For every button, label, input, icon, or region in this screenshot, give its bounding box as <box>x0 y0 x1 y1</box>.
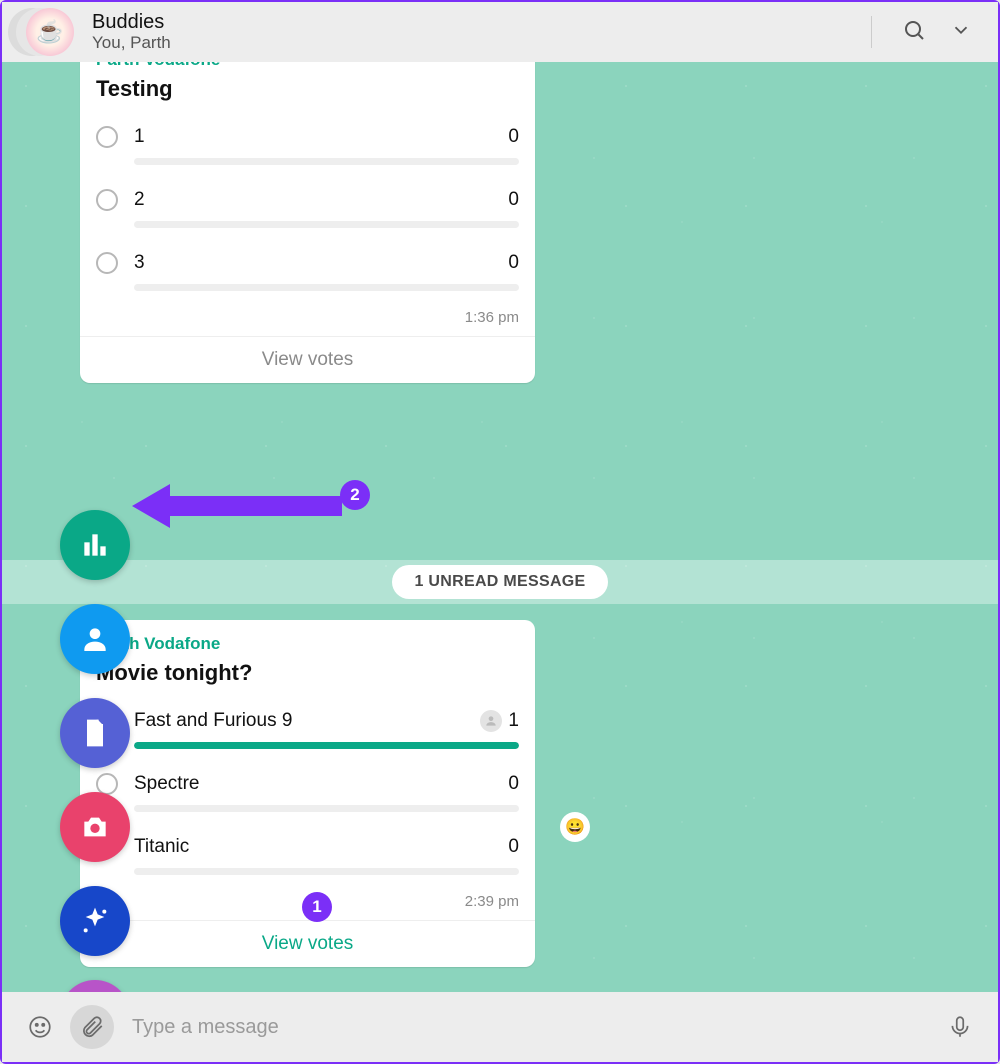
poll-bar <box>134 868 519 875</box>
document-icon <box>79 717 111 749</box>
chat-area: Parth Vodafone Testing 1 0 2 0 <box>2 62 998 992</box>
annotation-badge-2: 2 <box>340 480 370 510</box>
camera-icon <box>79 811 111 843</box>
poll-option-label: Fast and Furious 9 <box>134 710 480 732</box>
poll-bar <box>134 805 519 812</box>
attach-poll-button[interactable] <box>60 510 130 580</box>
emoji-icon <box>27 1014 53 1040</box>
chat-subtitle: You, Parth <box>92 33 171 53</box>
poll-icon <box>79 529 111 561</box>
contact-icon <box>79 623 111 655</box>
emoji-reaction[interactable]: 😀 <box>560 812 590 842</box>
poll-option-votes: 0 <box>508 189 519 211</box>
poll-title: Movie tonight? <box>96 660 519 686</box>
paperclip-icon <box>79 1014 105 1040</box>
attach-button[interactable] <box>70 1005 114 1049</box>
message-time: 1:36 pm <box>96 309 519 326</box>
view-votes-button[interactable]: View votes <box>96 337 519 373</box>
view-votes-button[interactable]: View votes <box>96 921 519 957</box>
poll-option[interactable]: Spectre 0 <box>96 773 519 812</box>
annotation-badge-1: 1 <box>302 892 332 922</box>
chat-header: ☕ Buddies You, Parth <box>2 2 998 62</box>
chevron-down-icon[interactable] <box>950 19 972 46</box>
radio-icon[interactable] <box>96 126 118 148</box>
attach-camera-button[interactable] <box>60 792 130 862</box>
poll-option-label: 2 <box>134 189 508 211</box>
poll-option-votes: 0 <box>508 126 519 148</box>
poll-title: Testing <box>96 76 519 102</box>
poll-bar <box>134 284 519 291</box>
poll-option[interactable]: Titanic 0 <box>96 836 519 875</box>
radio-icon[interactable] <box>96 189 118 211</box>
unread-divider: 1 UNREAD MESSAGE <box>2 560 998 604</box>
chat-title-block[interactable]: Buddies You, Parth <box>92 11 171 53</box>
search-icon[interactable] <box>902 18 926 47</box>
annotation-arrow-2 <box>132 476 342 541</box>
emoji-button[interactable] <box>18 1005 62 1049</box>
message-input-bar <box>2 992 998 1062</box>
group-avatar[interactable]: ☕ <box>8 8 80 56</box>
voter-avatar-icon <box>480 710 502 732</box>
sender-name: Parth Vodafone <box>96 634 519 654</box>
poll-message-1[interactable]: Parth Vodafone Testing 1 0 2 0 <box>80 62 535 383</box>
poll-option[interactable]: 3 0 <box>96 252 519 291</box>
unread-pill: 1 UNREAD MESSAGE <box>392 565 607 599</box>
attach-contact-button[interactable] <box>60 604 130 674</box>
mic-button[interactable] <box>938 1005 982 1049</box>
poll-option-votes: 0 <box>508 773 519 795</box>
poll-option-votes: 0 <box>508 252 519 274</box>
poll-bar <box>134 221 519 228</box>
poll-option-label: 1 <box>134 126 508 148</box>
radio-icon[interactable] <box>96 252 118 274</box>
message-input[interactable] <box>122 1016 930 1039</box>
poll-option-votes: 0 <box>508 836 519 858</box>
poll-option-votes: 1 <box>480 710 519 732</box>
attachment-menu <box>60 510 130 992</box>
poll-option-label: Titanic <box>134 836 508 858</box>
poll-option-label: 3 <box>134 252 508 274</box>
poll-bar <box>134 742 519 749</box>
chat-title: Buddies <box>92 11 171 34</box>
attach-document-button[interactable] <box>60 698 130 768</box>
sender-name: Parth Vodafone <box>96 62 519 70</box>
mic-icon <box>947 1014 973 1040</box>
poll-bar <box>134 158 519 165</box>
sparkle-icon <box>79 905 111 937</box>
poll-option[interactable]: 1 0 <box>96 126 519 165</box>
poll-option[interactable]: Fast and Furious 9 1 <box>96 710 519 749</box>
attach-room-button[interactable] <box>60 886 130 956</box>
header-divider <box>871 16 872 48</box>
poll-option-label: Spectre <box>134 773 508 795</box>
poll-option[interactable]: 2 0 <box>96 189 519 228</box>
